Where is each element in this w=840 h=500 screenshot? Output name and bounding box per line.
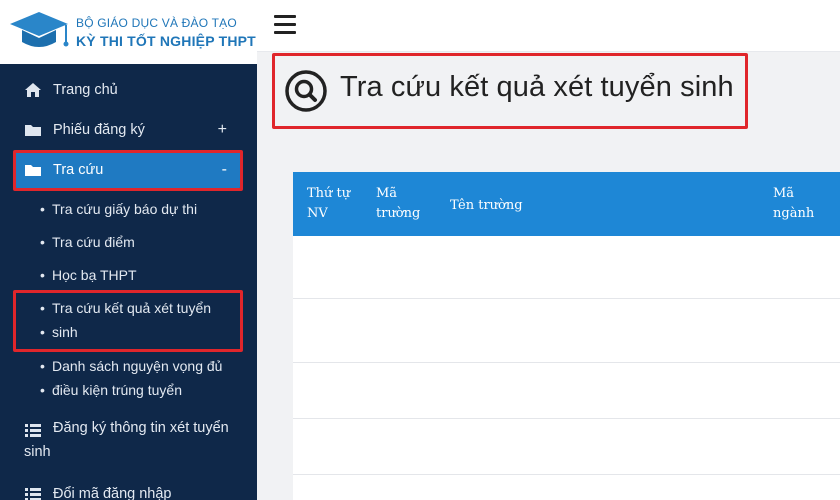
top-bar: [257, 0, 840, 52]
subitem-exam-notice[interactable]: • Tra cứu giấy báo dự thi: [40, 197, 197, 221]
results-table: Thứ tự NV Mã trường Tên trường Mã ngành: [293, 172, 840, 500]
subitem-label: Học bạ THPT: [52, 267, 137, 283]
brand-exam-title: KỲ THI TỐT NGHIỆP THPT: [76, 32, 256, 49]
sidebar: Trang chủ Phiếu đăng ký + Tra cứu - • Tra…: [0, 64, 257, 500]
subitem-transcript[interactable]: • Học bạ THPT: [40, 263, 137, 287]
table-header: Thứ tự NV Mã trường Tên trường Mã ngành: [293, 172, 840, 236]
annotation-box-title: [272, 53, 748, 129]
subitem-score-lookup[interactable]: • Tra cứu điểm: [40, 230, 135, 254]
column-header-school-name: Tên trường: [450, 196, 523, 216]
list-icon: [25, 424, 41, 437]
folder-icon: [25, 125, 41, 136]
header-line1: Mã: [376, 186, 398, 201]
subitem-label: Danh sách nguyện vọng đủ: [52, 358, 223, 374]
header-line1: Thứ tự: [307, 186, 351, 201]
sidebar-item-label: Phiếu đăng ký: [53, 122, 145, 138]
annotation-box-step2: [13, 290, 243, 352]
table-row-divider: [293, 474, 840, 475]
bullet-icon: •: [40, 382, 45, 398]
header-line1: Tên trường: [450, 198, 523, 213]
sidebar-item-change-login[interactable]: Đổi mã đăng nhập: [0, 482, 257, 500]
column-header-school-code: Mã trường: [376, 184, 420, 224]
bullet-icon: •: [40, 234, 45, 250]
subitem-label: Tra cứu giấy báo dự thi: [52, 201, 198, 217]
column-header-order: Thứ tự NV: [307, 184, 350, 224]
home-icon: [25, 83, 41, 97]
bullet-icon: •: [40, 358, 45, 374]
brand-header: BỘ GIÁO DỤC VÀ ĐÀO TẠO KỲ THI TỐT NGHIỆP…: [0, 0, 257, 64]
annotation-box-step1: [13, 150, 243, 191]
sidebar-item-home[interactable]: Trang chủ: [0, 78, 257, 102]
subitem-label-cont: điều kiện trúng tuyển: [52, 382, 182, 398]
expand-plus-icon[interactable]: +: [218, 121, 227, 139]
header-line1: Mã: [773, 186, 795, 201]
bullet-icon: •: [40, 201, 45, 217]
graduation-cap-icon: [10, 12, 69, 47]
sidebar-item-label-cont: sinh: [24, 444, 51, 460]
table-row-divider: [293, 298, 840, 299]
header-line2: trường: [376, 206, 421, 221]
header-line2: ngành: [773, 206, 815, 221]
header-line2: NV: [307, 206, 328, 221]
sidebar-item-registration[interactable]: Phiếu đăng ký +: [0, 118, 257, 142]
column-header-major-code: Mã ngành: [773, 184, 814, 224]
sidebar-item-label: Trang chủ: [53, 82, 118, 98]
bullet-icon: •: [40, 267, 45, 283]
hamburger-menu-icon[interactable]: [274, 15, 296, 35]
sidebar-item-admission-register[interactable]: Đăng ký thông tin xét tuyển sinh: [0, 418, 257, 470]
table-row-divider: [293, 418, 840, 419]
sidebar-item-label: Đổi mã đăng nhập: [53, 486, 172, 500]
subitem-label: Tra cứu điểm: [52, 234, 135, 250]
subitem-eligible-list[interactable]: • Danh sách nguyện vọng đủ • điều kiện trú…: [40, 354, 222, 402]
brand-ministry: BỘ GIÁO DỤC VÀ ĐÀO TẠO: [76, 15, 237, 30]
table-row-divider: [293, 362, 840, 363]
sidebar-item-label: Đăng ký thông tin xét tuyển: [53, 420, 229, 436]
list-icon: [25, 488, 41, 500]
